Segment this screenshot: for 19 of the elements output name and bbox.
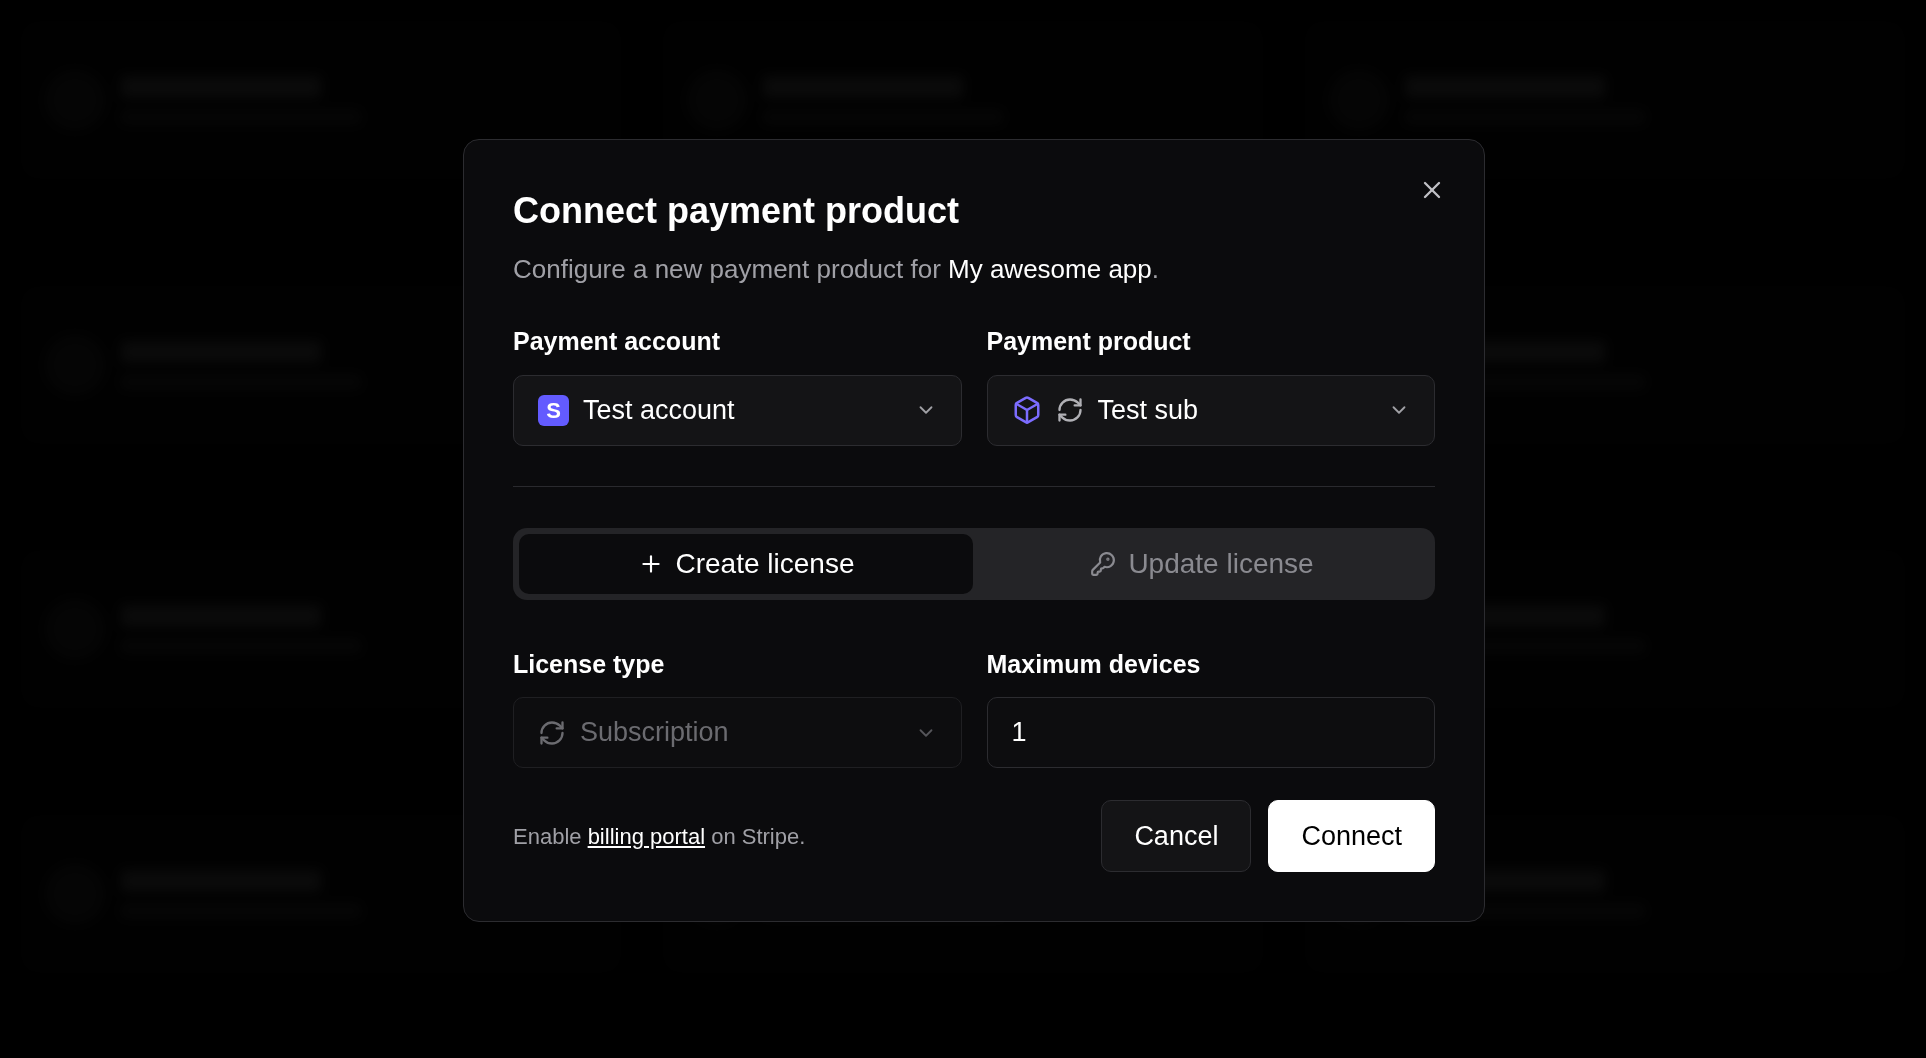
billing-portal-link[interactable]: billing portal <box>587 823 706 849</box>
footer-note: Enable billing portal on Stripe. <box>513 822 807 851</box>
dialog-button[interactable]: Connect <box>1268 800 1435 872</box>
dialog-button[interactable]: Cancel <box>1101 800 1252 872</box>
field-label: Payment account <box>513 326 721 357</box>
tab[interactable]: Create license <box>519 533 973 594</box>
refresh-icon <box>1055 396 1084 424</box>
tab[interactable]: Update license <box>975 533 1429 594</box>
select-field[interactable]: Test sub <box>986 374 1435 446</box>
dialog-description: Configure a new payment product for My awesome app. <box>513 253 1161 286</box>
stripe-logo-icon: S <box>538 394 569 426</box>
select-field[interactable]: S Test account <box>513 374 962 446</box>
field-label: License type <box>513 648 666 680</box>
key-icon <box>1090 550 1117 577</box>
field-label: Maximum devices <box>986 648 1202 680</box>
field-label: Payment product <box>986 326 1192 357</box>
input-field[interactable]: 1 <box>986 697 1435 768</box>
dialog-title: Connect payment product <box>513 189 961 233</box>
refresh-icon <box>538 718 566 747</box>
